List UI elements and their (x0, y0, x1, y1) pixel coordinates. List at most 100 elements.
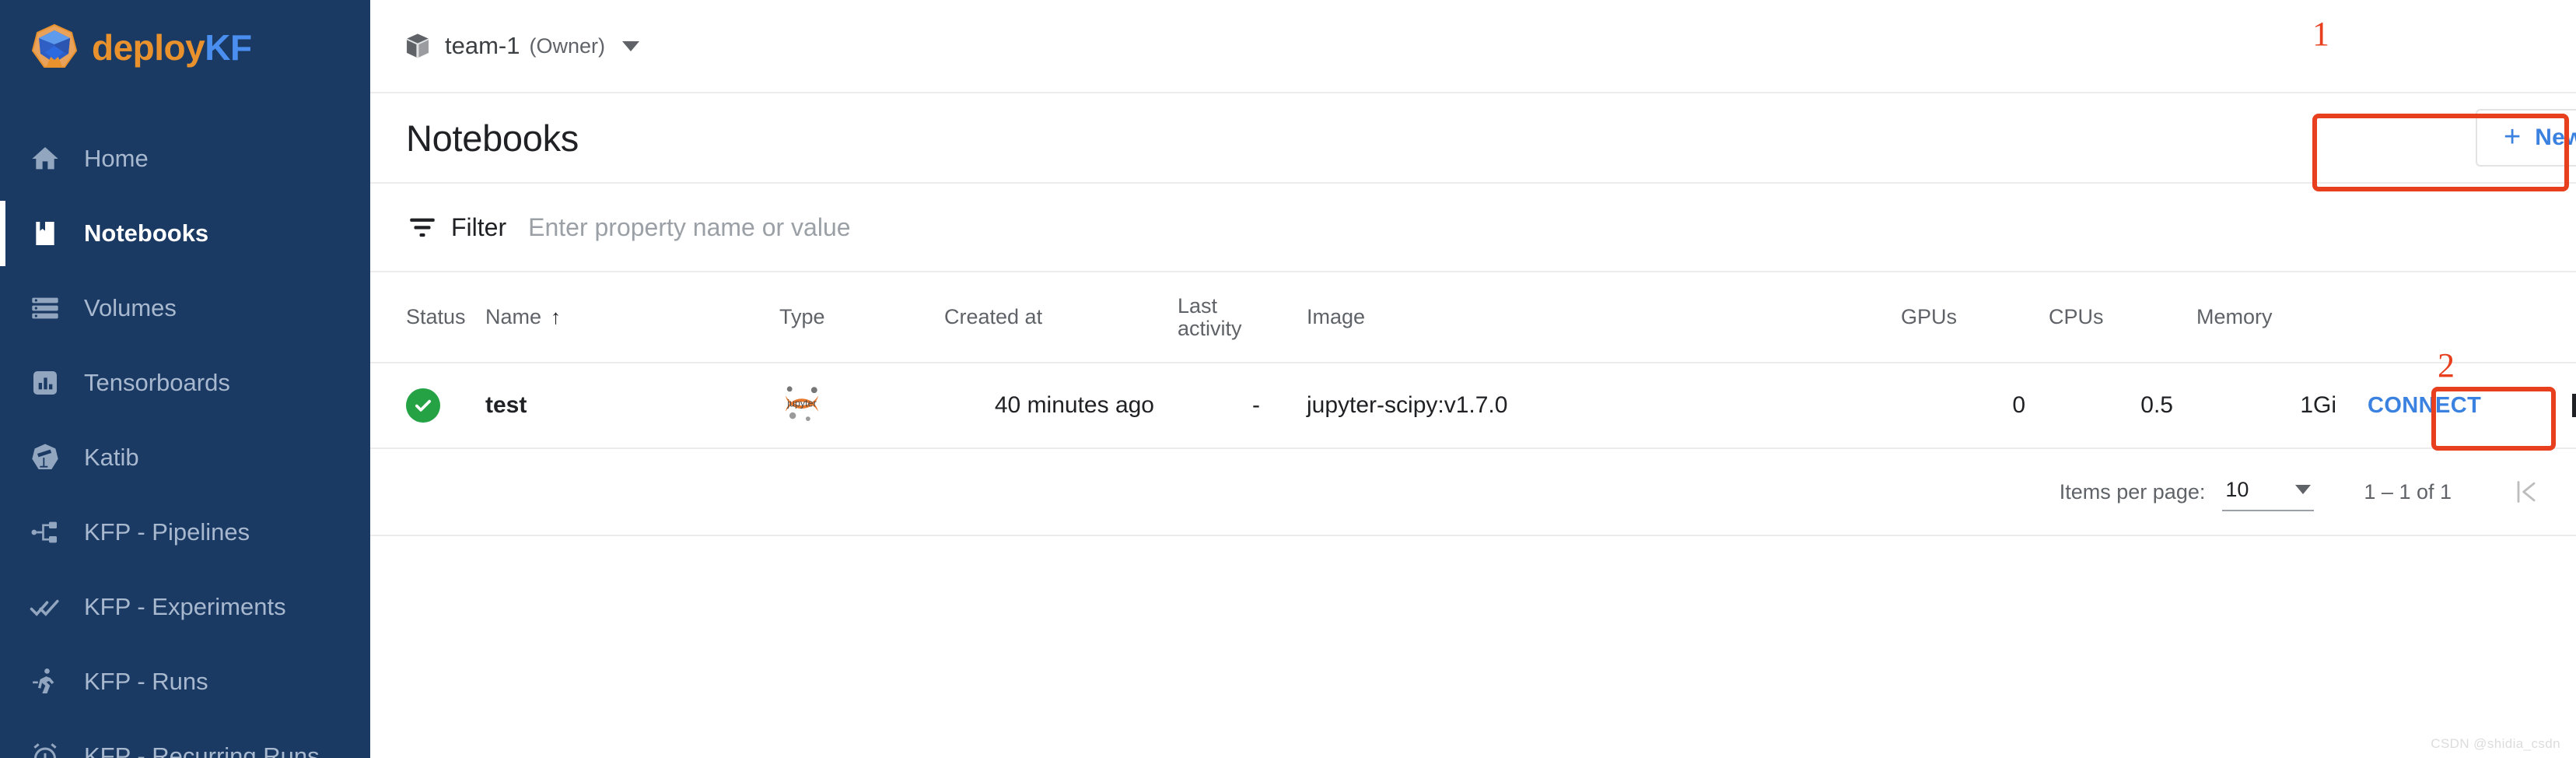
namespace-selector[interactable]: team-1 (Owner) (395, 25, 647, 67)
column-header-memory: Memory (2196, 272, 2360, 363)
page-header: Notebooks + New Notebook (370, 92, 2576, 184)
notebook-icon (30, 218, 61, 249)
caret-down-icon (2295, 485, 2312, 494)
page-title: Notebooks (406, 117, 579, 159)
sidebar: deployKF Home Notebooks Volumes Tensorbo… (0, 0, 370, 758)
sidebar-item-katib[interactable]: Katib (0, 420, 370, 495)
double-check-icon (30, 591, 61, 623)
home-icon (30, 143, 61, 174)
table-row[interactable]: test jupyter 40 minutes ago - jupyter-sc… (370, 363, 2576, 449)
sidebar-item-label: Notebooks (84, 219, 209, 247)
last-activity-line-1: Last (1178, 294, 1218, 318)
sidebar-item-label: Home (84, 145, 149, 172)
cell-actions (2554, 363, 2576, 449)
table-header-row: Status Name ↑ Type Created at Last activi… (370, 272, 2576, 363)
sidebar-item-kfp-runs[interactable]: KFP - Runs (0, 644, 370, 719)
cell-status (370, 363, 485, 449)
svg-text:jupyter: jupyter (786, 398, 817, 409)
tensorboard-icon (30, 367, 61, 398)
column-header-connect (2360, 272, 2554, 363)
filter-icon (406, 211, 439, 244)
cell-type: jupyter (758, 363, 944, 449)
prev-page-icon[interactable] (2554, 464, 2576, 520)
namespace-name: team-1 (445, 32, 520, 59)
cell-cpus: 0.5 (2049, 363, 2196, 449)
filter-label: Filter (451, 212, 507, 241)
notebook-name: test (485, 392, 527, 418)
new-notebook-label: New Notebook (2535, 125, 2576, 150)
column-header-last-activity: Last activity (1178, 272, 1279, 363)
table-head: Status Name ↑ Type Created at Last activi… (370, 272, 2576, 363)
table-body: test jupyter 40 minutes ago - jupyter-sc… (370, 363, 2576, 449)
page-size-value: 10 (2225, 477, 2249, 501)
cell-gpus: 0 (1901, 363, 2049, 449)
cell-memory: 1Gi (2196, 363, 2360, 449)
column-header-name-label: Name (485, 305, 542, 328)
brand-name-prefix: deploy (92, 27, 205, 68)
filter-input[interactable] (528, 212, 1229, 242)
pipeline-icon (30, 517, 61, 548)
new-notebook-button[interactable]: + New Notebook (2476, 109, 2576, 167)
plus-icon: + (2504, 120, 2522, 153)
sidebar-item-kfp-pipelines[interactable]: KFP - Pipelines (0, 495, 370, 570)
brand-name: deployKF (92, 30, 252, 65)
cell-last-activity: - (1178, 363, 1279, 449)
sidebar-item-label: KFP - Runs (84, 668, 208, 695)
watermark: CSDN @shidia_csdn (2431, 736, 2560, 751)
sidebar-item-notebooks[interactable]: Notebooks (0, 196, 370, 271)
column-header-cpus: CPUs (2049, 272, 2196, 363)
sidebar-item-label: KFP - Pipelines (84, 518, 250, 546)
stop-square-icon[interactable] (2567, 388, 2576, 423)
alarm-clock-icon (30, 741, 61, 758)
cell-created-at: 40 minutes ago (944, 363, 1178, 449)
katib-telescope-icon (30, 442, 61, 473)
cell-connect: CONNECT (2360, 363, 2554, 449)
deploykf-logo-icon (30, 23, 79, 72)
connect-link[interactable]: CONNECT (2368, 393, 2481, 418)
app-root: deployKF Home Notebooks Volumes Tensorbo… (0, 0, 2576, 758)
volumes-icon (30, 293, 61, 324)
column-header-image: Image (1279, 272, 1901, 363)
stop-square-shape (2572, 394, 2576, 417)
namespace-role: (Owner) (529, 33, 605, 58)
items-per-page-label: Items per page: (2059, 479, 2206, 504)
sidebar-item-label: KFP - Recurring Runs (84, 742, 320, 758)
page-size-select[interactable]: 10 (2222, 473, 2315, 511)
column-header-created-at: Created at (944, 272, 1178, 363)
cell-image: jupyter-scipy:v1.7.0 (1279, 363, 1901, 449)
column-header-gpus: GPUs (1901, 272, 2049, 363)
last-activity-line-2: activity (1178, 316, 1242, 340)
sidebar-nav: Home Notebooks Volumes Tensorboards Kati… (0, 121, 370, 758)
brand-name-suffix: KF (205, 27, 252, 68)
notebooks-table-wrap: Status Name ↑ Type Created at Last activi… (370, 272, 2576, 449)
row-actions (2554, 388, 2576, 423)
sidebar-item-kfp-experiments[interactable]: KFP - Experiments (0, 570, 370, 644)
sidebar-item-tensorboards[interactable]: Tensorboards (0, 346, 370, 420)
filter-bar: Filter (370, 184, 2576, 272)
sidebar-item-label: Tensorboards (84, 369, 230, 396)
paginator: Items per page: 10 1 – 1 of 1 (370, 449, 2576, 536)
jupyter-icon: jupyter (779, 386, 824, 430)
sidebar-item-home[interactable]: Home (0, 121, 370, 196)
pagination-range-label: 1 – 1 of 1 (2364, 479, 2452, 504)
sidebar-item-kfp-recurring-runs[interactable]: KFP - Recurring Runs (0, 719, 370, 758)
package-icon (403, 31, 432, 61)
notebooks-table: Status Name ↑ Type Created at Last activi… (370, 272, 2576, 449)
main-content: team-1 (Owner) Notebooks + New Notebook (370, 0, 2576, 758)
column-header-type: Type (758, 272, 944, 363)
sidebar-item-volumes[interactable]: Volumes (0, 271, 370, 346)
runner-icon (30, 666, 61, 697)
first-page-icon[interactable] (2498, 464, 2554, 520)
topbar: team-1 (Owner) (370, 0, 2576, 92)
column-header-actions (2554, 272, 2576, 363)
sidebar-item-label: KFP - Experiments (84, 593, 286, 620)
brand-logo-area[interactable]: deployKF (0, 0, 370, 95)
cell-name[interactable]: test (485, 363, 758, 449)
column-header-status: Status (370, 272, 485, 363)
check-circle-icon (406, 388, 440, 423)
column-header-name[interactable]: Name ↑ (485, 272, 758, 363)
arrow-up-icon: ↑ (551, 305, 562, 328)
sidebar-item-label: Volumes (84, 294, 177, 321)
caret-down-icon (622, 40, 639, 51)
sidebar-item-label: Katib (84, 444, 139, 471)
